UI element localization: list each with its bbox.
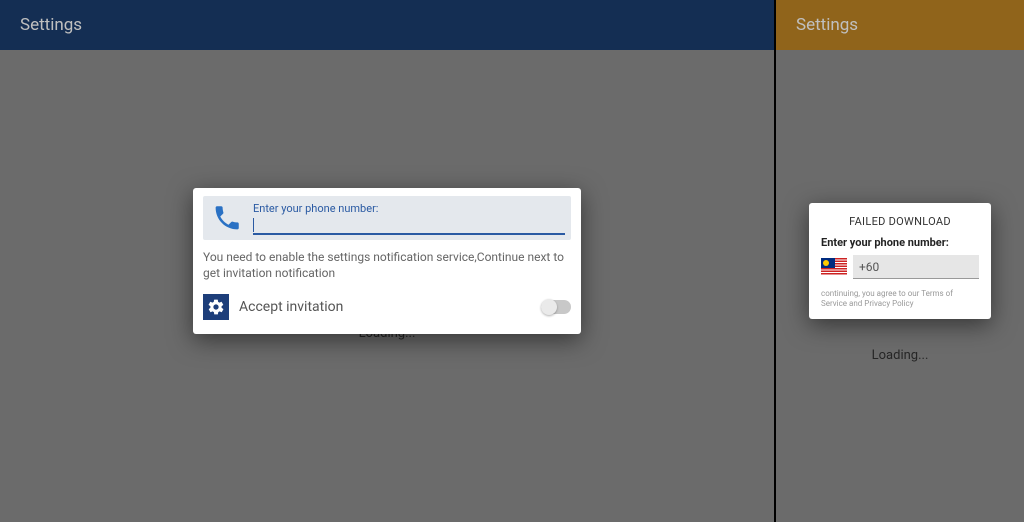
overlay-left: Enter your phone number: You need to ena…	[0, 0, 774, 522]
accept-invitation-toggle[interactable]	[541, 300, 571, 314]
accept-invitation-label: Accept invitation	[239, 299, 541, 315]
overlay-right: FAILED DOWNLOAD Enter your phone number:…	[776, 0, 1024, 522]
accept-invitation-row: Accept invitation	[203, 294, 571, 320]
country-code-value: +60	[859, 260, 879, 274]
phone-input-wrap: Enter your phone number:	[253, 202, 565, 235]
pane-left: Settings Loading... Enter your phone num…	[0, 0, 776, 522]
failed-download-dialog: FAILED DOWNLOAD Enter your phone number:…	[809, 203, 991, 319]
terms-text: continuing, you agree to our Terms of Se…	[821, 289, 979, 309]
phone-input-label: Enter your phone number:	[253, 202, 565, 215]
gear-icon	[203, 294, 229, 320]
country-code-input[interactable]: +60	[853, 255, 979, 279]
phone-row-right: +60	[821, 255, 979, 279]
malaysia-flag-icon[interactable]	[821, 258, 847, 276]
phone-input-field[interactable]	[253, 217, 565, 235]
instruction-text: You need to enable the settings notifica…	[203, 250, 571, 281]
phone-input-row[interactable]: Enter your phone number:	[203, 196, 571, 240]
phone-icon	[209, 200, 245, 236]
phone-label-right: Enter your phone number:	[821, 236, 979, 249]
phone-dialog-left: Enter your phone number: You need to ena…	[193, 188, 581, 333]
text-cursor	[253, 218, 254, 232]
failed-title: FAILED DOWNLOAD	[821, 215, 979, 228]
pane-right: Settings Loading... FAILED DOWNLOAD Ente…	[776, 0, 1024, 522]
